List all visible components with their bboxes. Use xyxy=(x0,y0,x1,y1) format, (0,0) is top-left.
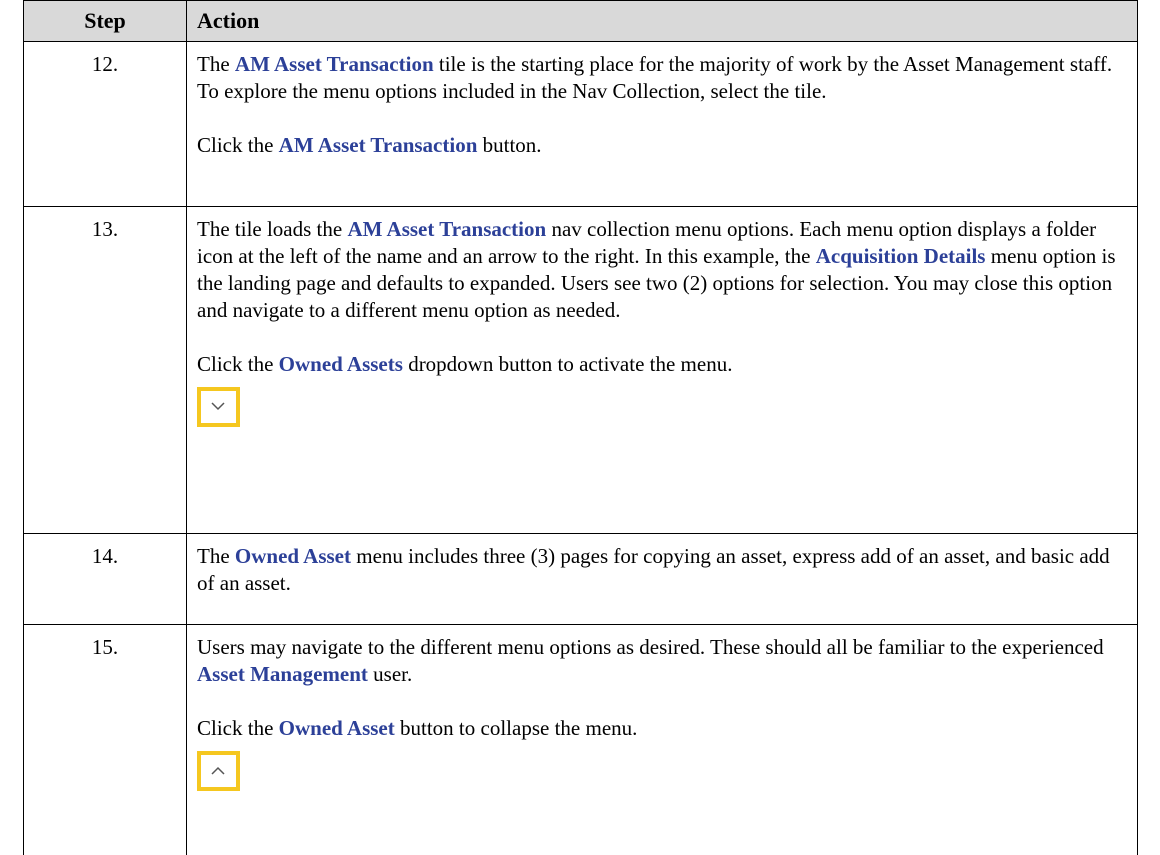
highlight-term: Acquisition Details xyxy=(815,244,986,268)
step-instruction: Click the Owned Asset button to collapse… xyxy=(197,716,638,740)
chevron-down-icon xyxy=(211,402,225,411)
table-header-row: Step Action xyxy=(23,0,1138,42)
highlight-term: Owned Asset xyxy=(234,544,352,568)
step-description: Users may navigate to the different menu… xyxy=(197,635,1104,686)
step-action: Users may navigate to the different menu… xyxy=(186,624,1138,855)
step-instruction: Click the AM Asset Transaction button. xyxy=(197,133,542,157)
table-row: 15. Users may navigate to the different … xyxy=(23,624,1138,855)
table-row: 13. The tile loads the AM Asset Transact… xyxy=(23,206,1138,534)
step-action: The AM Asset Transaction tile is the sta… xyxy=(186,41,1138,207)
table-row: 12. The AM Asset Transaction tile is the… xyxy=(23,41,1138,207)
highlight-term: AM Asset Transaction xyxy=(347,217,547,241)
step-number: 12. xyxy=(23,41,187,207)
step-description: The tile loads the AM Asset Transaction … xyxy=(197,217,1116,322)
step-action: The tile loads the AM Asset Transaction … xyxy=(186,206,1138,534)
highlight-term: AM Asset Transaction xyxy=(278,133,478,157)
action-column-header: Action xyxy=(186,0,1138,42)
table-row: 14. The Owned Asset menu includes three … xyxy=(23,533,1138,625)
highlight-term: AM Asset Transaction xyxy=(234,52,434,76)
step-column-header: Step xyxy=(23,0,187,42)
step-number: 14. xyxy=(23,533,187,625)
dropdown-button-image xyxy=(197,387,240,427)
chevron-up-icon xyxy=(211,766,225,775)
highlight-term: Asset Management xyxy=(197,662,368,686)
steps-table: Step Action 12. The AM Asset Transaction… xyxy=(23,0,1138,855)
step-number: 13. xyxy=(23,206,187,534)
highlight-term: Owned Assets xyxy=(278,352,403,376)
step-action: The Owned Asset menu includes three (3) … xyxy=(186,533,1138,625)
collapse-button-image xyxy=(197,751,240,791)
step-instruction: Click the Owned Assets dropdown button t… xyxy=(197,352,733,376)
step-description: The Owned Asset menu includes three (3) … xyxy=(197,544,1110,595)
highlight-term: Owned Asset xyxy=(278,716,395,740)
step-number: 15. xyxy=(23,624,187,855)
step-description: The AM Asset Transaction tile is the sta… xyxy=(197,52,1113,103)
